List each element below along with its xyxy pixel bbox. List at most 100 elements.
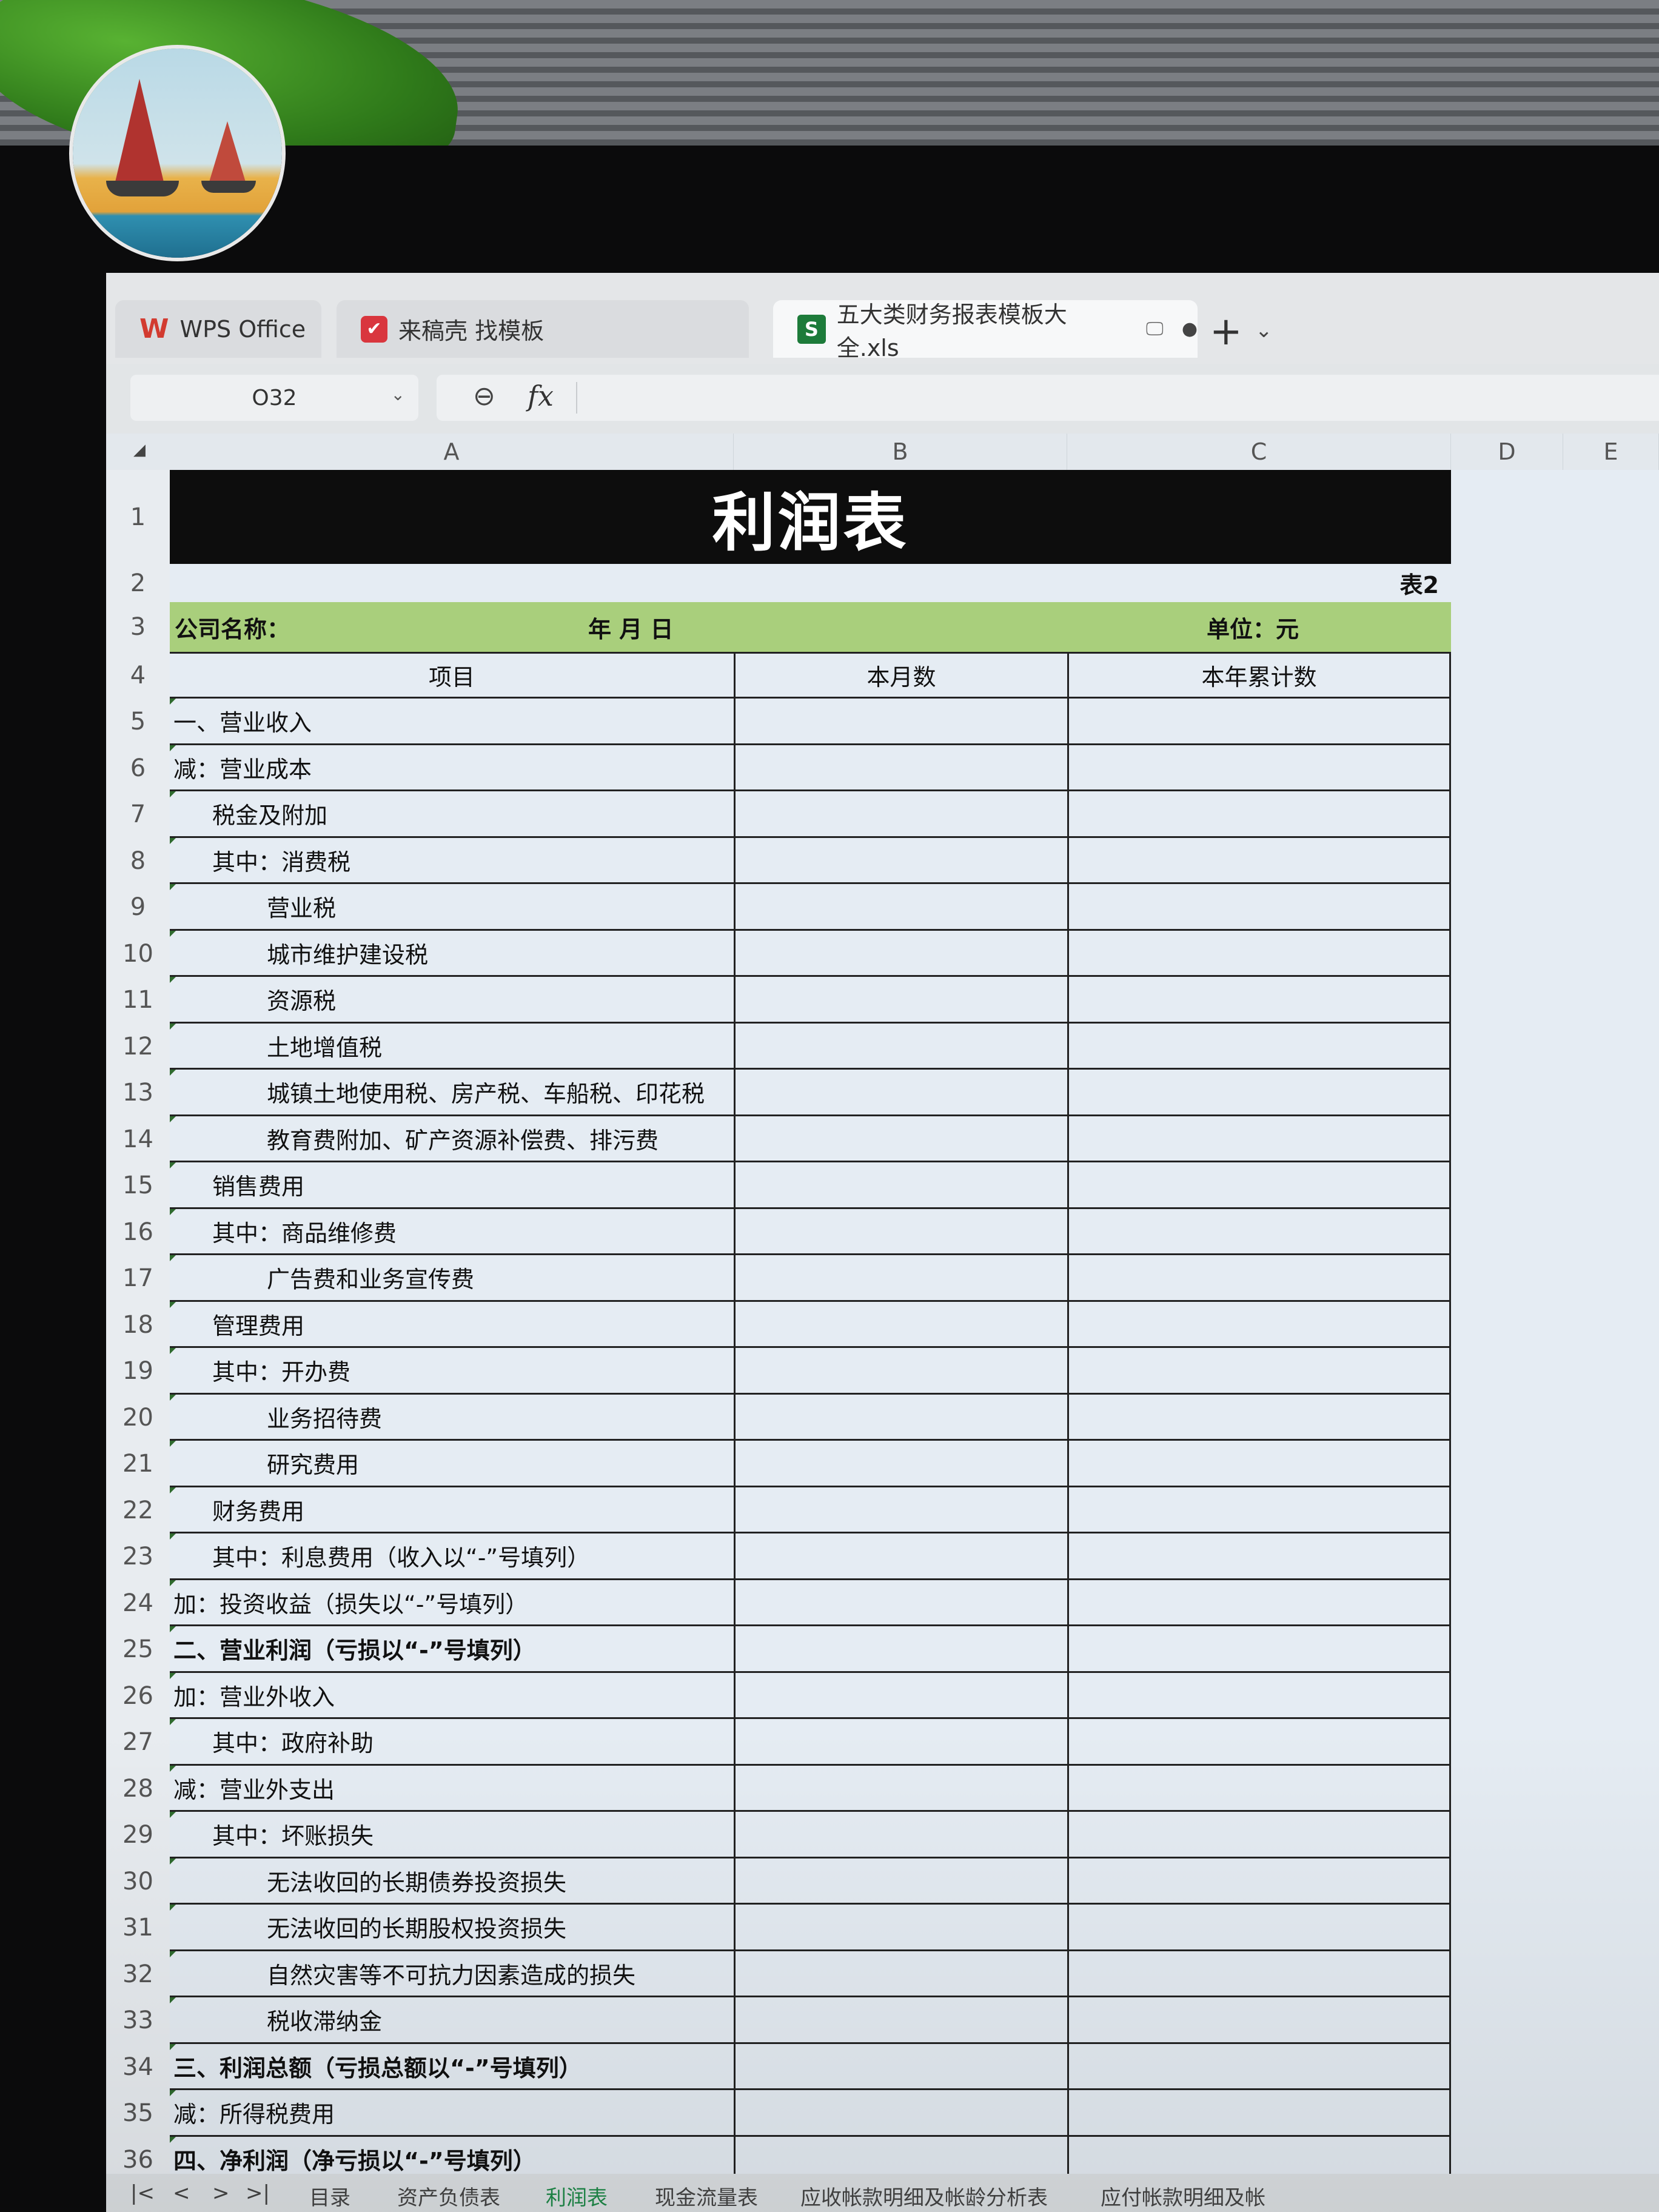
prev-sheet-nav-icon[interactable]: < [173,2181,190,2205]
column-header-c[interactable]: C [1067,434,1451,470]
tab-spreadsheet-file[interactable]: S 五大类财务报表模板大全.xls 🖵 ● [773,300,1198,361]
item-cell[interactable]: 研究费用 [170,1441,734,1487]
table-row[interactable]: 减：营业成本 [170,745,1659,791]
year-total-cell[interactable] [1067,837,1451,884]
year-total-cell[interactable] [1067,1672,1451,1719]
year-total-cell[interactable] [1067,1812,1451,1858]
year-total-cell[interactable] [1067,2090,1451,2137]
month-value-cell[interactable] [734,1301,1067,1348]
row-header[interactable]: 4 [106,652,170,699]
select-all-corner[interactable]: ◢ [106,434,170,470]
row-header[interactable]: 13 [106,1070,170,1116]
year-total-cell[interactable] [1067,1348,1451,1395]
item-cell[interactable]: 减：所得税费用 [170,2090,734,2137]
formula-input-area[interactable]: ⊖ fx [437,375,1659,421]
sheet-tab-payables[interactable]: 应付帐款明细及帐 [1101,2181,1265,2211]
table-row[interactable]: 其中：政府补助 [170,1719,1659,1766]
item-cell[interactable]: 其中：政府补助 [170,1719,734,1766]
month-value-cell[interactable] [734,1951,1067,1997]
row-header[interactable]: 22 [106,1487,170,1533]
month-value-cell[interactable] [734,1812,1067,1858]
row-header[interactable]: 27 [106,1719,170,1766]
table-row[interactable]: 营业税 [170,884,1659,931]
item-cell[interactable]: 自然灾害等不可抗力因素造成的损失 [170,1951,734,1997]
month-value-cell[interactable] [734,745,1067,791]
month-value-cell[interactable] [734,1255,1067,1302]
item-cell[interactable]: 其中：坏账损失 [170,1812,734,1858]
month-value-cell[interactable] [734,1348,1067,1395]
month-value-cell[interactable] [734,1580,1067,1626]
month-value-cell[interactable] [734,1116,1067,1162]
table-row[interactable]: 城市维护建设税 [170,930,1659,977]
year-total-cell[interactable] [1067,1580,1451,1626]
row-header[interactable]: 29 [106,1812,170,1858]
row-header[interactable]: 15 [106,1162,170,1209]
year-total-cell[interactable] [1067,1023,1451,1070]
table-row[interactable]: 其中：消费税 [170,837,1659,884]
month-value-cell[interactable] [734,1070,1067,1116]
item-cell[interactable]: 无法收回的长期股权投资损失 [170,1905,734,1951]
item-cell[interactable]: 营业税 [170,884,734,931]
item-cell[interactable]: 其中：消费税 [170,837,734,884]
month-value-cell[interactable] [734,1394,1067,1441]
month-value-cell[interactable] [734,699,1067,745]
row-header[interactable]: 5 [106,699,170,745]
month-value-cell[interactable] [734,1023,1067,1070]
row-header[interactable]: 25 [106,1626,170,1673]
year-total-cell[interactable] [1067,1765,1451,1812]
item-cell[interactable]: 三、利润总额（亏损总额以“-”号填列） [170,2043,734,2090]
year-total-cell[interactable] [1067,884,1451,931]
table-row[interactable]: 一、营业收入 [170,699,1659,745]
year-total-cell[interactable] [1067,1487,1451,1533]
company-info-row[interactable]: 公司名称： 年 月 日 单位：元 [170,602,1451,652]
month-value-cell[interactable] [734,930,1067,977]
table-row[interactable]: 研究费用 [170,1441,1659,1487]
table-row[interactable]: 其中：坏账损失 [170,1812,1659,1858]
year-total-cell[interactable] [1067,1162,1451,1209]
table-row[interactable]: 二、营业利润（亏损以“-”号填列） [170,1626,1659,1673]
year-total-cell[interactable] [1067,1116,1451,1162]
row-header[interactable]: 14 [106,1116,170,1162]
month-value-cell[interactable] [734,1719,1067,1766]
row-header[interactable]: 24 [106,1580,170,1626]
row-header[interactable]: 3 [106,602,170,652]
table-row[interactable]: 其中：开办费 [170,1348,1659,1395]
table-row[interactable]: 减：所得税费用 [170,2090,1659,2137]
table-row[interactable]: 土地增值税 [170,1023,1659,1070]
year-total-cell[interactable] [1067,1533,1451,1580]
year-total-cell[interactable] [1067,791,1451,838]
item-cell[interactable]: 减：营业成本 [170,745,734,791]
item-cell[interactable]: 二、营业利润（亏损以“-”号填列） [170,1626,734,1673]
item-cell[interactable]: 教育费附加、矿产资源补偿费、排污费 [170,1116,734,1162]
table-row[interactable]: 三、利润总额（亏损总额以“-”号填列） [170,2043,1659,2090]
spreadsheet-grid[interactable]: ◢ A B C D E 1 2 3 4 利润表 表2 公司名称： 年 月 日 单… [106,434,1659,2198]
item-cell[interactable]: 其中：商品维修费 [170,1208,734,1255]
new-tab-plus-icon[interactable]: + [1210,309,1242,354]
year-total-cell[interactable] [1067,1394,1451,1441]
table-row[interactable]: 自然灾害等不可抗力因素造成的损失 [170,1951,1659,1997]
item-cell[interactable]: 管理费用 [170,1301,734,1348]
table-row[interactable]: 广告费和业务宣传费 [170,1255,1659,1302]
year-total-cell[interactable] [1067,1626,1451,1673]
row-header[interactable]: 35 [106,2090,170,2137]
title-row[interactable]: 利润表 [170,470,1451,564]
row-header[interactable]: 7 [106,791,170,838]
monitor-icon[interactable]: 🖵 [1146,318,1164,340]
year-total-cell[interactable] [1067,1719,1451,1766]
year-total-cell[interactable] [1067,1905,1451,1951]
year-total-cell[interactable] [1067,745,1451,791]
sheet-tab-income-statement[interactable]: 利润表 [546,2181,608,2211]
year-total-cell[interactable] [1067,1441,1451,1487]
month-value-cell[interactable] [734,1672,1067,1719]
row-header[interactable]: 12 [106,1023,170,1070]
month-value-cell[interactable] [734,1533,1067,1580]
row-header[interactable]: 34 [106,2043,170,2090]
column-header-e[interactable]: E [1563,434,1659,470]
chevron-down-icon[interactable]: ⌄ [391,384,405,404]
month-value-cell[interactable] [734,1208,1067,1255]
row-header[interactable]: 10 [106,930,170,977]
table-row[interactable]: 城镇土地使用税、房产税、车船税、印花税 [170,1070,1659,1116]
row-header[interactable]: 9 [106,884,170,931]
next-sheet-nav-icon[interactable]: > [212,2181,230,2205]
year-total-cell[interactable] [1067,1997,1451,2044]
